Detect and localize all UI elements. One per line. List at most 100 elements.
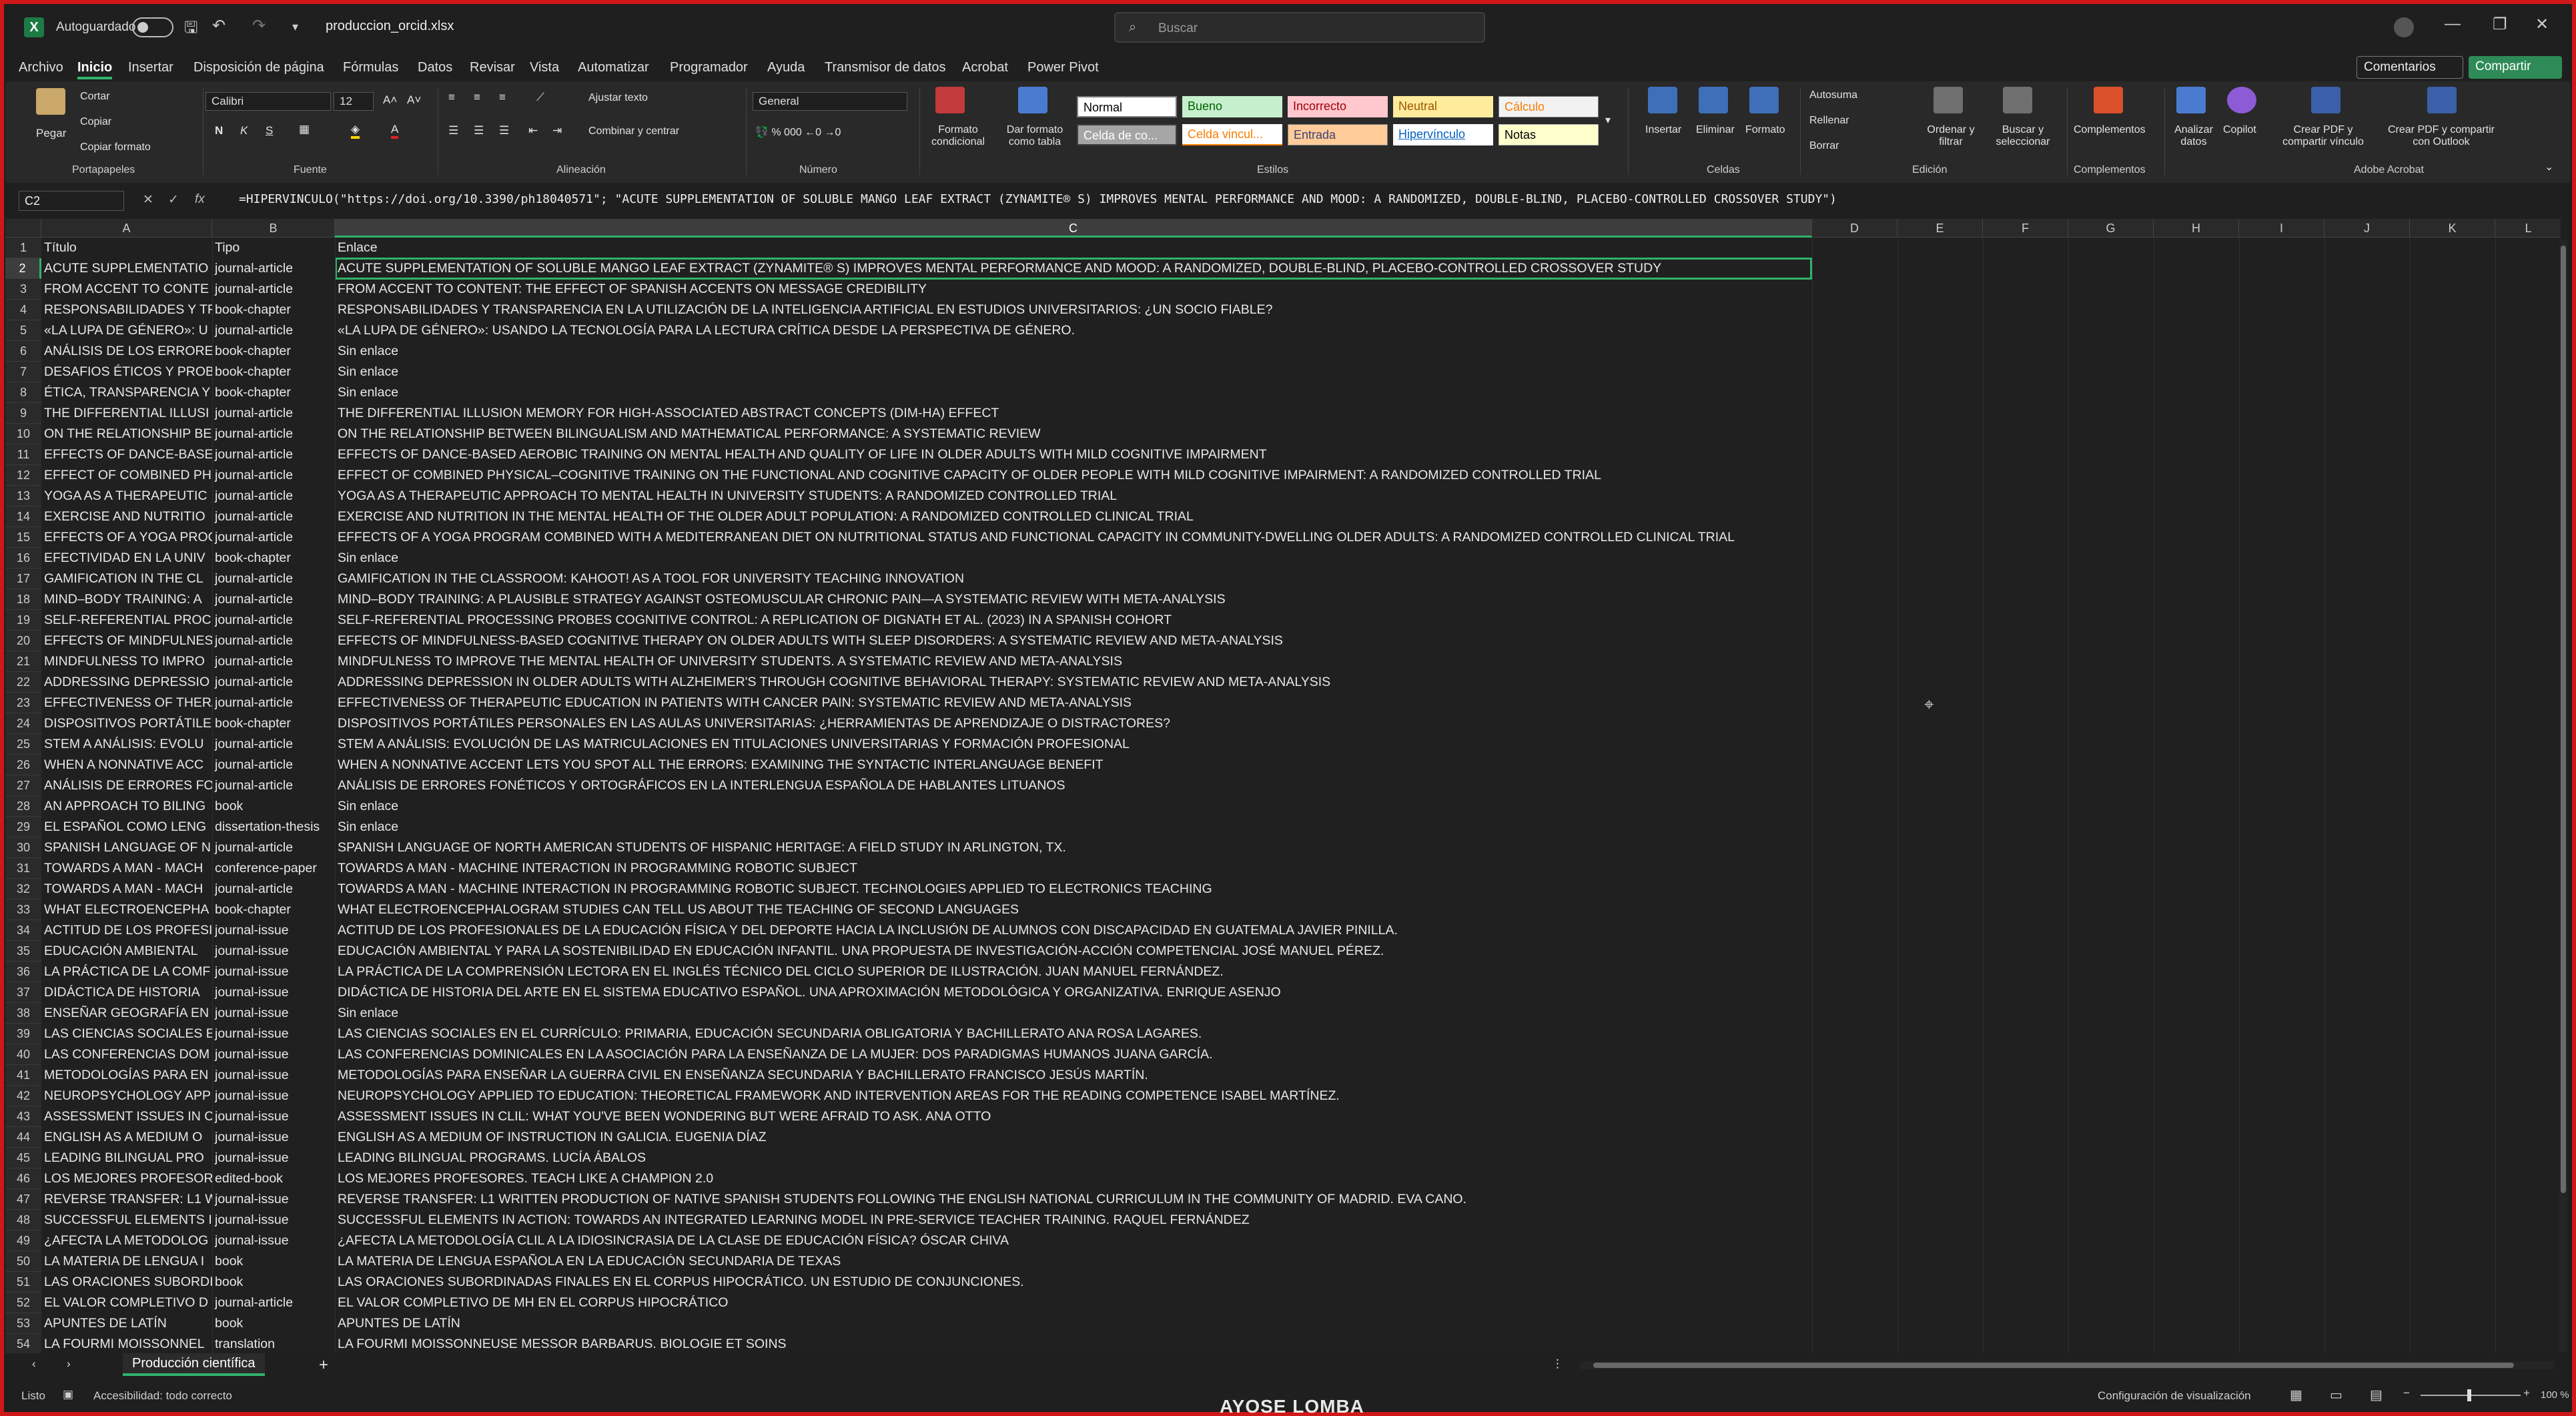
cell-c[interactable]: ENGLISH AS A MEDIUM OF INSTRUCTION IN GA… bbox=[335, 1127, 1812, 1148]
more-options-icon[interactable]: ⋮ bbox=[1552, 1357, 1563, 1371]
row-header[interactable]: 3 bbox=[5, 279, 41, 300]
zoom-level[interactable]: 100 % bbox=[2541, 1389, 2569, 1401]
row-header[interactable]: 8 bbox=[5, 382, 41, 403]
style-bueno[interactable]: Bueno bbox=[1182, 96, 1282, 117]
row-header[interactable]: 54 bbox=[5, 1334, 41, 1353]
cell-c[interactable]: MINDFULNESS TO IMPROVE THE MENTAL HEALTH… bbox=[335, 651, 1812, 672]
clear-button[interactable]: Borrar bbox=[1809, 140, 1839, 152]
cell-a[interactable]: ANÁLISIS DE ERRORES FO bbox=[41, 775, 212, 796]
cell-a[interactable]: LAS CIENCIAS SOCIALES E bbox=[41, 1024, 212, 1044]
row-header[interactable]: 32 bbox=[5, 879, 41, 900]
cell-b[interactable]: journal-issue bbox=[212, 982, 335, 1003]
cell-c[interactable]: YOGA AS A THERAPEUTIC APPROACH TO MENTAL… bbox=[335, 486, 1812, 506]
font-size-select[interactable]: 12 bbox=[334, 92, 374, 111]
cell-a[interactable]: AN APPROACH TO BILING bbox=[41, 796, 212, 817]
row-header[interactable]: 39 bbox=[5, 1024, 41, 1044]
row-header[interactable]: 50 bbox=[5, 1251, 41, 1272]
cell-a[interactable]: YOGA AS A THERAPEUTIC bbox=[41, 486, 212, 506]
style-normal[interactable]: Normal bbox=[1077, 96, 1177, 117]
cell-b[interactable]: journal-article bbox=[212, 755, 335, 775]
analyze-data-icon[interactable] bbox=[2176, 87, 2206, 113]
row-header[interactable]: 12 bbox=[5, 465, 41, 486]
cell-a[interactable]: ADDRESSING DEPRESSIO bbox=[41, 672, 212, 693]
cell-b[interactable]: journal-issue bbox=[212, 1086, 335, 1106]
cell-a[interactable]: Título bbox=[41, 238, 212, 258]
cell-a[interactable]: LA FOURMI MOISSONNEL bbox=[41, 1334, 212, 1353]
cell-a[interactable]: ACTITUD DE LOS PROFESI bbox=[41, 920, 212, 941]
undo-icon[interactable]: ↶ bbox=[212, 16, 226, 35]
zoom-out-icon[interactable]: − bbox=[2403, 1387, 2410, 1400]
cell-c[interactable]: SUCCESSFUL ELEMENTS IN ACTION: TOWARDS A… bbox=[335, 1210, 1812, 1230]
style-neutral[interactable]: Neutral bbox=[1393, 96, 1493, 117]
select-all-corner[interactable] bbox=[5, 219, 41, 238]
cell-a[interactable]: STEM A ANÁLISIS: EVOLU bbox=[41, 734, 212, 755]
row-header[interactable]: 9 bbox=[5, 403, 41, 424]
cell-c[interactable]: Sin enlace bbox=[335, 548, 1812, 569]
cell-b[interactable]: journal-issue bbox=[212, 1106, 335, 1127]
column-header-h[interactable]: H bbox=[2154, 219, 2239, 238]
zoom-slider-thumb[interactable] bbox=[2467, 1389, 2471, 1401]
cell-b[interactable]: book bbox=[212, 1313, 335, 1334]
style-calculo[interactable]: Cálculo bbox=[1498, 96, 1599, 117]
cut-button[interactable]: Cortar bbox=[80, 91, 109, 103]
tab-insertar[interactable]: Insertar bbox=[128, 60, 173, 75]
fill-color-icon[interactable]: ◈ bbox=[351, 123, 360, 139]
style-celda-comprobacion[interactable]: Celda de co... bbox=[1077, 124, 1177, 145]
cell-a[interactable]: ENGLISH AS A MEDIUM O bbox=[41, 1127, 212, 1148]
underline-button[interactable]: S bbox=[266, 124, 273, 137]
paste-button[interactable]: Pegar bbox=[36, 127, 66, 140]
italic-button[interactable]: K bbox=[240, 124, 248, 137]
row-header[interactable]: 5 bbox=[5, 320, 41, 341]
column-header-c[interactable]: C bbox=[335, 219, 1812, 238]
row-header[interactable]: 36 bbox=[5, 962, 41, 982]
insert-cells-icon[interactable] bbox=[1648, 87, 1677, 113]
cell-b[interactable]: journal-issue bbox=[212, 1230, 335, 1251]
create-pdf-outlook-icon[interactable] bbox=[2427, 87, 2457, 113]
row-header[interactable]: 37 bbox=[5, 982, 41, 1003]
borders-icon[interactable]: ▦ bbox=[299, 123, 310, 136]
align-bottom-icon[interactable]: ≡ bbox=[499, 91, 506, 104]
indent-decrease-icon[interactable]: ⇤ bbox=[528, 124, 538, 137]
conditional-format-icon[interactable] bbox=[935, 87, 965, 113]
row-header[interactable]: 17 bbox=[5, 569, 41, 589]
horizontal-scrollbar[interactable] bbox=[1580, 1361, 2554, 1369]
row-header[interactable]: 40 bbox=[5, 1044, 41, 1065]
prev-sheet-icon[interactable]: ‹ bbox=[32, 1357, 36, 1371]
cell-a[interactable]: EFFECTIVENESS OF THER/ bbox=[41, 693, 212, 713]
page-break-icon[interactable]: ▤ bbox=[2370, 1387, 2383, 1403]
cell-c[interactable]: FROM ACCENT TO CONTENT: THE EFFECT OF SP… bbox=[335, 279, 1812, 300]
row-header[interactable]: 30 bbox=[5, 837, 41, 858]
cell-c[interactable]: LA MATERIA DE LENGUA ESPAÑOLA EN LA EDUC… bbox=[335, 1251, 1812, 1272]
cell-b[interactable]: journal-article bbox=[212, 403, 335, 424]
format-cells-button[interactable]: Formato bbox=[1745, 124, 1785, 136]
cell-b[interactable]: journal-issue bbox=[212, 1148, 335, 1168]
display-settings[interactable]: Configuración de visualización bbox=[2098, 1389, 2251, 1403]
number-format-select[interactable]: General bbox=[753, 92, 907, 111]
row-header[interactable]: 20 bbox=[5, 631, 41, 651]
save-icon[interactable]: 🖫 bbox=[184, 16, 197, 43]
scrollbar-thumb[interactable] bbox=[1593, 1363, 2514, 1368]
cell-a[interactable]: EFFECTS OF MINDFULNES bbox=[41, 631, 212, 651]
format-painter-button[interactable]: Copiar formato bbox=[80, 141, 151, 153]
format-as-table-button[interactable]: Dar formato como tabla bbox=[995, 124, 1074, 148]
cell-b[interactable]: book-chapter bbox=[212, 900, 335, 920]
cell-b[interactable]: journal-article bbox=[212, 1293, 335, 1313]
row-header[interactable]: 23 bbox=[5, 693, 41, 713]
cell-a[interactable]: ¿AFECTA LA METODOLOG bbox=[41, 1230, 212, 1251]
styles-gallery-more-icon[interactable]: ▾ bbox=[1605, 113, 1611, 127]
cell-b[interactable]: journal-article bbox=[212, 465, 335, 486]
cell-c[interactable]: SELF-REFERENTIAL PROCESSING PROBES COGNI… bbox=[335, 610, 1812, 631]
cell-b[interactable]: journal-issue bbox=[212, 1127, 335, 1148]
row-header[interactable]: 28 bbox=[5, 796, 41, 817]
cell-a[interactable]: EL VALOR COMPLETIVO D bbox=[41, 1293, 212, 1313]
tab-programador[interactable]: Programador bbox=[670, 60, 748, 75]
row-header[interactable]: 1 bbox=[5, 238, 41, 258]
cell-c[interactable]: Enlace bbox=[335, 238, 1812, 258]
cell-b[interactable]: journal-issue bbox=[212, 962, 335, 982]
cell-b[interactable]: book-chapter bbox=[212, 713, 335, 734]
format-as-table-icon[interactable] bbox=[1018, 87, 1047, 113]
cell-c[interactable]: WHEN A NONNATIVE ACCENT LETS YOU SPOT AL… bbox=[335, 755, 1812, 775]
row-header[interactable]: 47 bbox=[5, 1189, 41, 1210]
cell-c[interactable]: ¿AFECTA LA METODOLOGÍA CLIL A LA IDIOSIN… bbox=[335, 1230, 1812, 1251]
cell-c[interactable]: EL VALOR COMPLETIVO DE MH EN EL CORPUS H… bbox=[335, 1293, 1812, 1313]
